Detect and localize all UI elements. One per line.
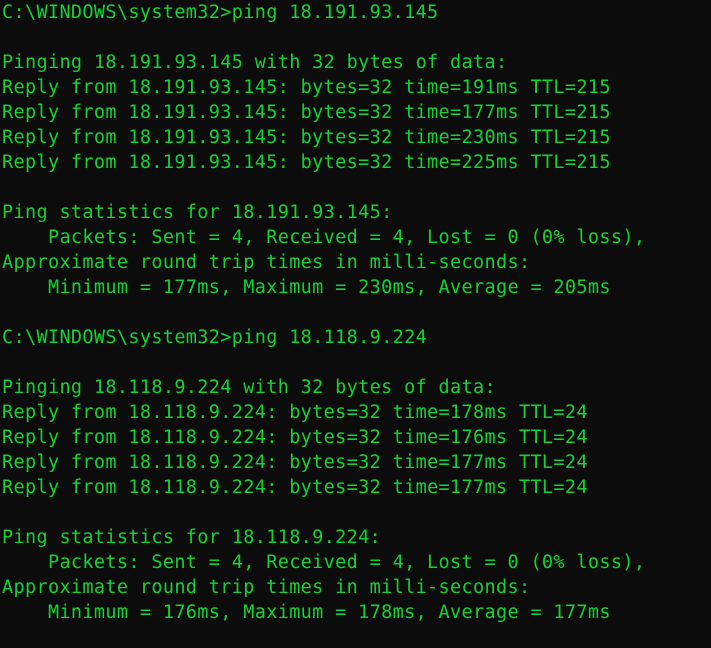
command-prompt-line: C:\WINDOWS\system32>ping 18.118.9.224 [2,327,428,348]
terminal-line: Reply from 18.191.93.145: bytes=32 time=… [2,102,611,123]
terminal-line: Ping statistics for 18.191.93.145: [2,202,393,223]
terminal-line: Reply from 18.118.9.224: bytes=32 time=1… [2,427,588,448]
terminal-line: Minimum = 176ms, Maximum = 178ms, Averag… [2,602,611,623]
terminal-line: Packets: Sent = 4, Received = 4, Lost = … [2,552,646,573]
terminal-line: Minimum = 177ms, Maximum = 230ms, Averag… [2,277,611,298]
terminal-line: Pinging 18.118.9.224 with 32 bytes of da… [2,377,496,398]
terminal-window[interactable]: C:\WINDOWS\system32>ping 18.191.93.145 Pi… [0,0,711,648]
terminal-line: Reply from 18.118.9.224: bytes=32 time=1… [2,452,588,473]
terminal-output: C:\WINDOWS\system32>ping 18.191.93.145 Pi… [2,0,711,625]
terminal-line: Pinging 18.191.93.145 with 32 bytes of d… [2,52,508,73]
terminal-line: Approximate round trip times in milli-se… [2,577,531,598]
terminal-line: Ping statistics for 18.118.9.224: [2,527,382,548]
terminal-line: Reply from 18.191.93.145: bytes=32 time=… [2,127,611,148]
command-prompt-line: C:\WINDOWS\system32>ping 18.191.93.145 [2,2,439,23]
terminal-line: Packets: Sent = 4, Received = 4, Lost = … [2,227,646,248]
terminal-line: Reply from 18.191.93.145: bytes=32 time=… [2,77,611,98]
terminal-line: Approximate round trip times in milli-se… [2,252,531,273]
terminal-line: Reply from 18.118.9.224: bytes=32 time=1… [2,477,588,498]
terminal-line: Reply from 18.191.93.145: bytes=32 time=… [2,152,611,173]
terminal-line: Reply from 18.118.9.224: bytes=32 time=1… [2,402,588,423]
